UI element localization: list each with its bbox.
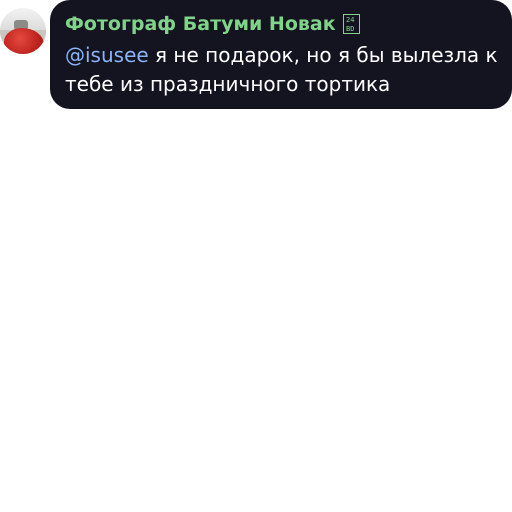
unknown-glyph-icon: 24 BD (342, 14, 360, 34)
chat-message: Фотограф Батуми Новак 24 BD @isusee я не… (0, 0, 512, 512)
author-name[interactable]: Фотограф Батуми Новак (65, 13, 336, 35)
svg-text:24: 24 (346, 16, 354, 24)
message-bubble: Фотограф Батуми Новак 24 BD @isusee я не… (50, 0, 512, 109)
mention-link[interactable]: @isusee (65, 43, 149, 67)
avatar[interactable] (0, 8, 46, 54)
message-text: @isusee я не подарок, но я бы вылезла к … (65, 41, 505, 99)
author-line: Фотограф Батуми Новак 24 BD (65, 10, 498, 38)
svg-text:BD: BD (346, 25, 354, 33)
